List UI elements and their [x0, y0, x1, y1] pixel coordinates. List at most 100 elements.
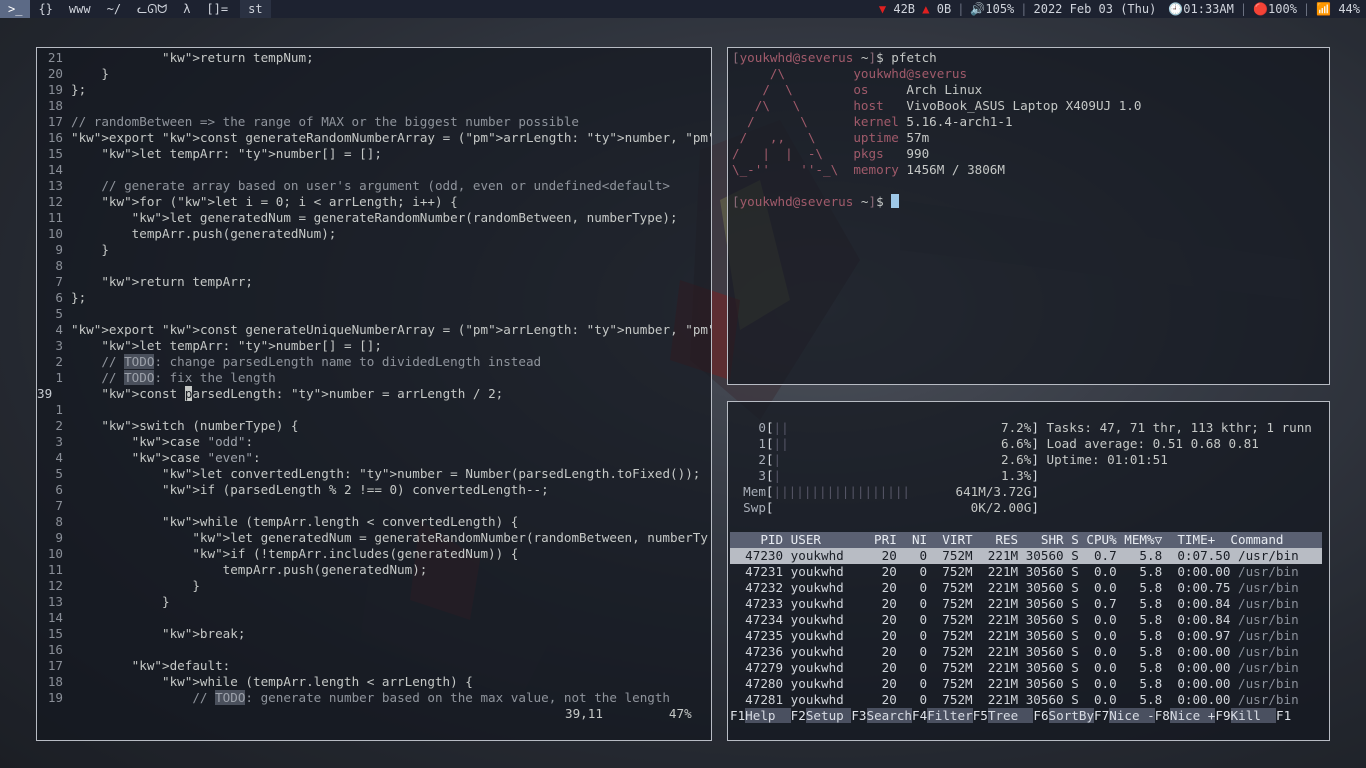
line-number: 7: [55, 498, 63, 513]
line-number: 12: [47, 578, 63, 593]
tag-1[interactable]: {}: [30, 0, 60, 18]
line-number: 8: [55, 514, 63, 529]
process-row[interactable]: 47233 youkwhd 20 0 752M 221M 30560 S 0.7…: [730, 596, 1322, 612]
process-row[interactable]: 47235 youkwhd 20 0 752M 221M 30560 S 0.0…: [730, 628, 1322, 644]
pfetch-line: \_-'' ''-_\ memory 1456M / 3806M: [732, 162, 1005, 177]
process-row[interactable]: 47280 youkwhd 20 0 752M 221M 30560 S 0.0…: [730, 676, 1322, 692]
tag-4[interactable]: ᓚᘏᗢ: [129, 0, 175, 18]
editor-window[interactable]: 39,11 47% 21 "kw">return tempNum; 20 } 19};…: [36, 47, 712, 741]
cursor-position: 39,11: [565, 706, 603, 721]
code-line: 2 "kw">switch (numberType) {: [37, 418, 709, 434]
line-number: 39: [37, 386, 53, 401]
code-text: "kw">if (!tempArr.includes(generatedNum)…: [192, 546, 519, 561]
line-number: 3: [55, 338, 63, 353]
line-number: 19: [47, 690, 63, 705]
scroll-percent: 47%: [668, 706, 692, 721]
code-text: "kw">if (parsedLength % 2 !== 0) convert…: [162, 482, 549, 497]
code-text: "kw">export "kw">const generateRandomNum…: [71, 130, 711, 145]
code-line: 15 "kw">break;: [37, 626, 709, 642]
fkey-label: F9: [1215, 708, 1231, 723]
fkey-action[interactable]: Nice -: [1109, 708, 1155, 723]
download-arrow-icon: ▼: [878, 2, 887, 16]
code-text: "kw">switch (numberType) {: [101, 418, 299, 433]
code-line: 8: [37, 258, 709, 274]
code-line: 9 }: [37, 242, 709, 258]
line-number: 18: [47, 674, 63, 689]
code-line: 5 "kw">let convertedLength: "ty">number …: [37, 466, 709, 482]
process-row[interactable]: 47230 youkwhd 20 0 752M 221M 30560 S 0.7…: [730, 548, 1322, 564]
fkey-action[interactable]: Tree: [987, 708, 1034, 723]
line-number: 1: [55, 370, 63, 385]
line-number: 2: [55, 354, 63, 369]
fkey-action[interactable]: Kill: [1230, 708, 1277, 723]
code-text: "kw">let generatedNum = generateRandomNu…: [192, 530, 708, 545]
code-text: // generate array based on user's argume…: [101, 178, 670, 193]
process-row[interactable]: 47279 youkwhd 20 0 752M 221M 30560 S 0.0…: [730, 660, 1322, 676]
code-text: };: [71, 82, 87, 97]
code-line: 18: [37, 98, 709, 114]
process-row[interactable]: 47234 youkwhd 20 0 752M 221M 30560 S 0.0…: [730, 612, 1322, 628]
line-number: 15: [47, 626, 63, 641]
fkey-action[interactable]: Search: [866, 708, 913, 723]
line-number: 9: [55, 530, 63, 545]
process-row[interactable]: 47236 youkwhd 20 0 752M 221M 30560 S 0.0…: [730, 644, 1322, 660]
fkey-action[interactable]: SortBy: [1048, 708, 1095, 723]
process-row[interactable]: 47231 youkwhd 20 0 752M 221M 30560 S 0.0…: [730, 564, 1322, 580]
process-row[interactable]: 47232 youkwhd 20 0 752M 221M 30560 S 0.0…: [730, 580, 1322, 596]
battery: 🔴100%: [1253, 2, 1297, 16]
line-number: 5: [55, 306, 63, 321]
line-number: 16: [47, 642, 63, 657]
line-number: 2: [55, 418, 63, 433]
code-line: 4 "kw">case "even":: [37, 450, 709, 466]
tag-3[interactable]: ~/: [99, 0, 129, 18]
tag-2[interactable]: www: [61, 0, 99, 18]
fkey-action[interactable]: Help: [745, 708, 791, 723]
code-line: 11 "kw">let generatedNum = generateRando…: [37, 210, 709, 226]
fkey-label: F5: [972, 708, 988, 723]
fkey-action[interactable]: Setup: [805, 708, 852, 723]
net-down: 42B: [893, 2, 916, 16]
terminal-window[interactable]: [youkwhd@severus ~]$ pfetch /\ youkwhd@s…: [727, 47, 1330, 385]
pfetch-line: / ,, \ uptime 57m: [732, 130, 930, 145]
line-number: 13: [47, 594, 63, 609]
line-number: 7: [55, 274, 63, 289]
code-line: 17 // randomBetween => the range of MAX o…: [37, 114, 709, 130]
date: 2022 Feb 03 (Thu): [1033, 2, 1157, 16]
fkey-label: F1: [730, 708, 746, 723]
swap-meter: Swp[ 0K/2.00G]: [743, 500, 1039, 515]
code-line: 12 }: [37, 578, 709, 594]
code-line: 39 "kw">const parsedLength: "ty">number …: [37, 386, 709, 402]
line-number: 10: [47, 546, 63, 561]
code-text: "kw">const parsedLength: "ty">number = a…: [101, 386, 504, 401]
cpu-meter: 0[|| 7.2%] Tasks: 47, 71 thr, 113 kthr; …: [758, 420, 1312, 435]
line-number: 8: [55, 258, 63, 273]
fkey-action[interactable]: Nice +: [1169, 708, 1216, 723]
code-text: // randomBetween => the range of MAX or …: [71, 114, 579, 129]
line-number: 16: [47, 130, 63, 145]
code-line: 16 "kw">export "kw">const generateRandomN…: [37, 130, 711, 146]
line-number: 11: [47, 210, 63, 225]
process-row[interactable]: 47281 youkwhd 20 0 752M 221M 30560 S 0.0…: [730, 692, 1322, 708]
pfetch-line: /\ \ host VivoBook_ASUS Laptop X409UJ 1.…: [732, 98, 1142, 113]
code-line: 13 }: [37, 594, 709, 610]
line-number: 4: [55, 322, 63, 337]
htop-window[interactable]: 0[|| 7.2%] Tasks: 47, 71 thr, 113 kthr; …: [727, 401, 1330, 741]
code-line: 14: [37, 162, 709, 178]
code-line: 17 "kw">default:: [37, 658, 709, 674]
pfetch-line: / | | -\ pkgs 990: [732, 146, 930, 161]
fkey-action[interactable]: Filter: [927, 708, 973, 723]
code-text: "kw">return tempArr;: [101, 274, 254, 289]
shell-prompt: [youkwhd@severus ~]$ pfetch: [732, 50, 937, 65]
line-number: 6: [55, 482, 63, 497]
launcher-button[interactable]: >_: [0, 0, 31, 18]
line-number: 9: [55, 242, 63, 257]
line-number: 13: [47, 178, 63, 193]
fkey-label: F3: [851, 708, 867, 723]
net-up: 0B: [936, 2, 952, 16]
code-text: tempArr.push(generatedNum);: [71, 226, 337, 241]
tag-5[interactable]: λ: [175, 0, 198, 18]
code-text: // TODO: fix the length: [101, 370, 276, 385]
code-line: 12 "kw">for ("kw">let i = 0; i < arrLeng…: [37, 194, 709, 210]
shell-prompt: [youkwhd@severus ~]$: [732, 194, 900, 210]
layout-indicator[interactable]: []=: [198, 0, 236, 18]
